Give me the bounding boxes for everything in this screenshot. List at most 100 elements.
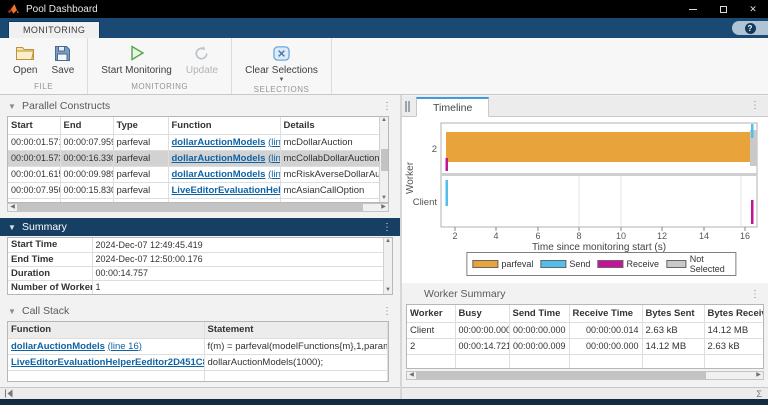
scroll-left-icon[interactable]: ◀ [407,372,416,379]
scrollbar-thumb[interactable] [381,149,388,171]
table-row[interactable]: 00:00:01.571 00:00:07.959 parfeval dolla… [8,134,379,150]
receive-event[interactable] [446,158,449,171]
worker-summary-header[interactable]: Worker Summary ⋮ [402,285,768,303]
scroll-up-icon[interactable]: ▲ [380,117,389,124]
summary-header[interactable]: ▼ Summary ⋮ [0,218,400,236]
timeline-tabbar: Timeline ⋮ [402,96,768,117]
legend-item-receive: Receive [597,259,659,269]
send-event[interactable] [751,124,754,138]
col-header-bytes-sent: Bytes Sent [642,305,704,322]
table-row[interactable]: dollarAuctionModels (line 16) f(m) = par… [8,338,388,354]
parfeval-bar[interactable] [446,132,750,162]
line-link[interactable]: (line 16) [268,137,280,148]
col-header-end: End [60,117,113,134]
timeline-panel: Timeline ⋮ [402,96,768,283]
scroll-down-icon[interactable]: ▼ [380,195,389,202]
table-row[interactable]: 00:00:07.950 00:00:15.830 parfeval LiveE… [8,182,379,198]
line-link[interactable]: (line 16) [108,341,142,352]
toolbar-group-monitoring: Start Monitoring Update MONITORING [88,38,232,94]
svg-text:10: 10 [616,231,626,241]
y-axis-label: Worker [405,161,416,194]
toolbar-group-file-label: FILE [34,80,53,94]
call-stack-header[interactable]: ▼ Call Stack ⋮ [0,302,400,320]
kebab-menu-icon[interactable]: ⋮ [382,101,392,112]
restore-panel-icon[interactable] [405,101,413,112]
refresh-icon [193,43,210,63]
kebab-menu-icon[interactable]: ⋮ [382,222,392,233]
minimize-button[interactable] [678,0,708,18]
tab-monitoring[interactable]: MONITORING [8,21,100,38]
function-link[interactable]: dollarAuctionModels [11,341,105,352]
scroll-home-icon[interactable] [4,389,14,398]
summary-row: Start Time 2024-Dec-07 12:49:45.419 [8,238,384,252]
kebab-menu-icon[interactable]: ⋮ [382,306,392,317]
scrollbar-thumb[interactable] [416,372,706,379]
line-link[interactable]: (line 16) [268,169,280,180]
vertical-scrollbar[interactable]: ▲ ▼ [383,238,392,294]
scroll-left-icon[interactable]: ◀ [8,204,17,211]
tab-timeline[interactable]: Timeline [416,97,489,117]
tab-monitoring-label: MONITORING [23,25,85,35]
vertical-scrollbar[interactable]: ▲ ▼ [379,117,388,202]
table-row[interactable]: LiveEditorEvaluationHelperEeditor2D451C8… [8,354,388,370]
legend-item-not-selected: Not Selected [666,254,730,274]
function-link[interactable]: LiveEditorEvaluationHelpe… [172,185,281,196]
table-row[interactable]: 00:00:01.615 00:00:09.989 parfeval dolla… [8,166,379,182]
send-event[interactable] [446,180,449,206]
collapse-chevron-icon[interactable]: ▼ [8,102,18,111]
summary-row: End Time 2024-Dec-07 12:50:00.176 [8,252,384,266]
ribbon-tabstrip: MONITORING ? [0,18,768,38]
lane-divider [441,173,757,176]
table-row-selected[interactable]: 00:00:01.573 00:00:16.330 parfeval dolla… [8,150,379,166]
function-link[interactable]: LiveEditorEvaluationHelperEeditor2D451C8… [11,357,204,368]
svg-text:16: 16 [740,231,750,241]
summary-sigma-icon[interactable]: Σ [756,389,762,399]
scroll-up-icon[interactable]: ▲ [384,238,393,245]
start-monitoring-button[interactable]: Start Monitoring [94,40,179,80]
tab-timeline-label: Timeline [433,102,472,114]
function-link[interactable]: dollarAuctionModels [172,137,266,148]
kebab-menu-icon[interactable]: ⋮ [750,100,760,111]
toolbar-group-selections: Clear Selections ▼ SELECTIONS [232,38,332,94]
worker-summary-title: Worker Summary [424,288,505,300]
receive-event[interactable] [751,200,754,224]
scroll-right-icon[interactable]: ▶ [754,372,763,379]
collapse-chevron-icon[interactable]: ▼ [8,307,18,316]
send-swatch-icon [540,260,566,268]
function-link[interactable]: dollarAuctionModels [172,169,266,180]
table-row[interactable]: Client 00:00:00.000 00:00:00.000 00:00:0… [407,322,764,338]
col-header-worker: Worker [407,305,455,322]
svg-text:14: 14 [699,231,709,241]
timeline-legend: parfeval Send Receive Not Selected [466,252,736,276]
open-button[interactable]: Open [6,40,44,80]
play-icon [128,43,146,63]
start-monitoring-label: Start Monitoring [101,65,172,76]
function-link[interactable]: dollarAuctionModels [172,153,266,164]
timeline-chart: 2 4 6 8 10 12 14 16 2 Client Worker Time… [402,122,768,252]
maximize-button[interactable] [708,0,738,18]
scroll-right-icon[interactable]: ▶ [379,204,388,211]
scroll-down-icon[interactable]: ▼ [384,287,393,294]
scrollbar-thumb[interactable] [17,204,363,211]
save-button[interactable]: Save [44,40,81,80]
update-button[interactable]: Update [179,40,225,80]
left-column: ▼ Parallel Constructs ⋮ Start End Type F… [0,95,400,399]
close-button[interactable]: ✕ [738,0,768,18]
parfeval-swatch-icon [472,260,498,268]
line-link[interactable]: (line 16) [268,153,280,164]
clear-selections-button[interactable]: Clear Selections ▼ [238,40,325,83]
horizontal-scrollbar[interactable]: ◀ ▶ [406,371,764,380]
help-button[interactable]: ? [732,21,768,35]
axis-tick-labels: 2 4 6 8 10 12 14 16 [452,231,750,241]
kebab-menu-icon[interactable]: ⋮ [750,289,760,300]
col-header-details: Details [280,117,379,134]
parallel-constructs-table: Start End Type Function Details 00:00:01… [7,116,389,203]
summary-row: Number of Workers 1 [8,280,384,294]
collapse-chevron-icon[interactable]: ▼ [8,223,18,232]
col-header-function: Function [168,117,280,134]
table-row[interactable]: 2 00:00:14.721 00:00:00.009 00:00:00.000… [407,338,764,354]
horizontal-scrollbar[interactable]: ◀ ▶ [7,203,389,212]
lane-label-2: 2 [432,144,437,155]
svg-text:12: 12 [657,231,667,241]
parallel-constructs-header[interactable]: ▼ Parallel Constructs ⋮ [0,97,400,115]
